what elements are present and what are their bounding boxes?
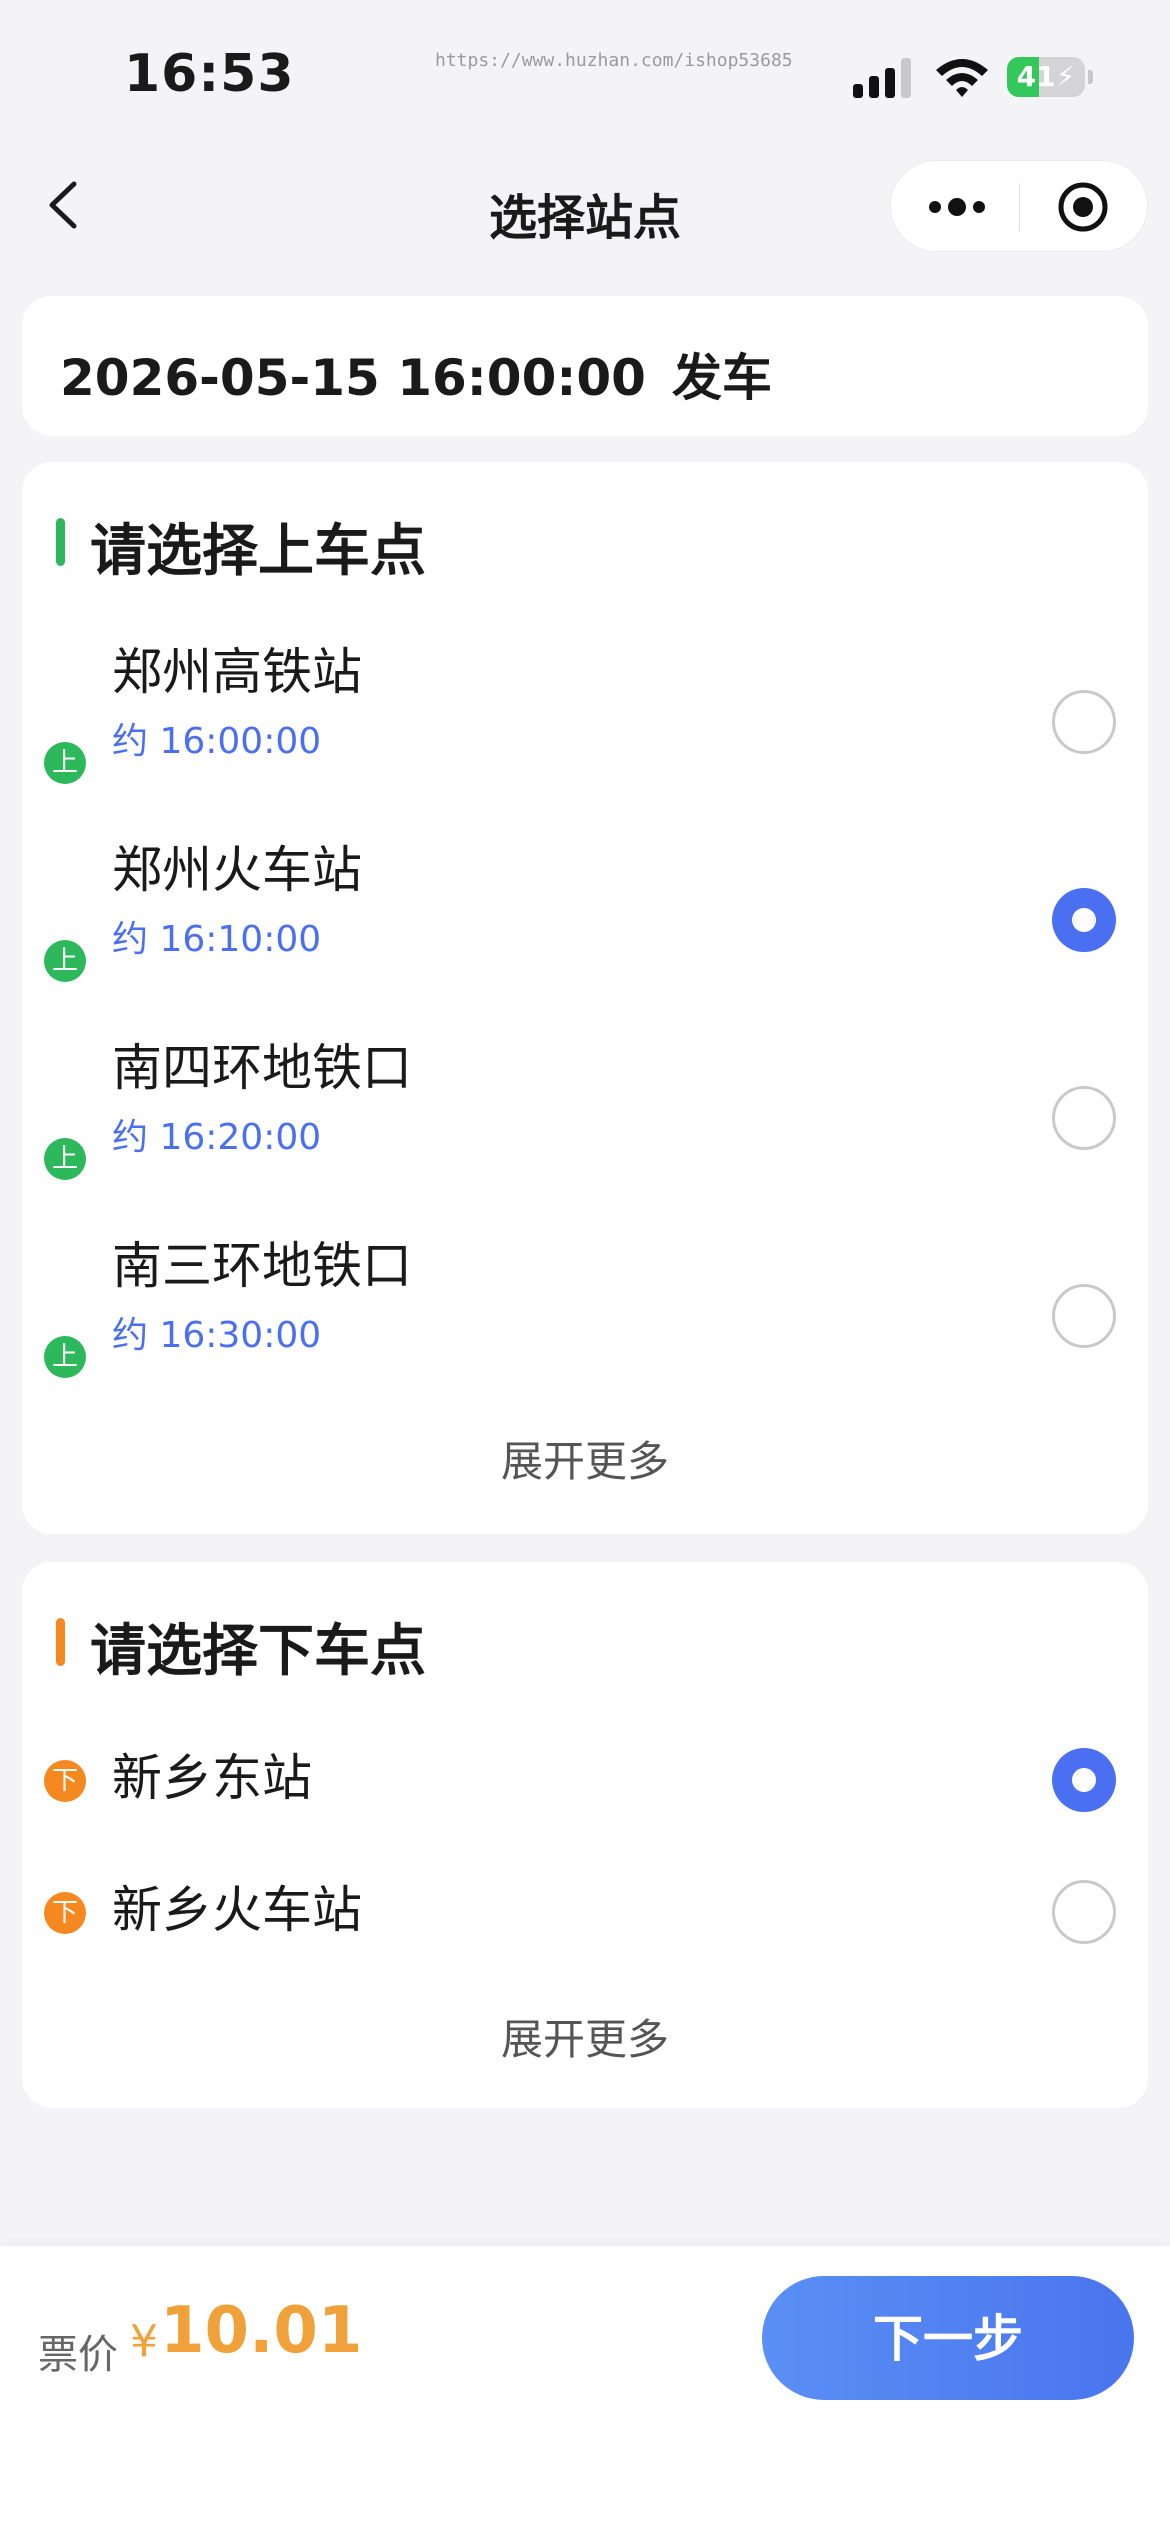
station-radio[interactable] [1052,1284,1116,1348]
alighting-station-row[interactable]: 下 新乡火车站 [22,1870,1148,1970]
battery-percent: 41⚡ [1016,60,1076,93]
target-icon[interactable] [1057,181,1109,233]
departure-suffix: 发车 [671,349,772,407]
alighting-tag: 下 [44,1892,86,1934]
more-icon[interactable] [927,191,987,223]
cellular-signal-icon [853,58,913,98]
boarding-title: 请选择上车点 [90,519,426,584]
station-eta: 约 16:10:00 [112,919,322,960]
alighting-title: 请选择下车点 [90,1619,426,1684]
price-label: 票价 [38,2332,118,2378]
station-radio[interactable] [1052,690,1116,754]
price-currency: ¥ [130,2316,158,2367]
battery-icon: 41⚡ [1007,57,1085,97]
station-name: 郑州火车站 [112,841,362,899]
battery-tip [1088,70,1093,84]
alighting-accent-bar [56,1618,65,1666]
boarding-tag: 上 [44,1336,86,1378]
boarding-station-row[interactable]: 上 南四环地铁口 约 16:20:00 [22,1028,1148,1208]
station-name: 郑州高铁站 [112,643,362,701]
boarding-station-row[interactable]: 上 南三环地铁口 约 16:30:00 [22,1226,1148,1406]
station-radio[interactable] [1052,1748,1116,1812]
alighting-expand-more[interactable]: 展开更多 [22,2006,1148,2067]
next-step-button[interactable]: 下一步 [762,2276,1134,2400]
status-time: 16:53 [124,44,295,104]
boarding-tag: 上 [44,940,86,982]
station-radio[interactable] [1052,1086,1116,1150]
boarding-station-row[interactable]: 上 郑州火车站 约 16:10:00 [22,830,1148,1010]
nav-bar: 选择站点 [0,140,1170,270]
boarding-station-row[interactable]: 上 郑州高铁站 约 16:00:00 [22,632,1148,812]
departure-datetime: 2026-05-15 16:00:00 [60,349,646,407]
capsule-divider [1019,183,1020,231]
bottom-bar: 票价 ¥ 10.01 下一步 [0,2246,1170,2532]
station-name: 南四环地铁口 [112,1039,412,1097]
watermark-url: https://www.huzhan.com/ishop53685 [435,50,793,71]
station-eta: 约 16:30:00 [112,1315,322,1356]
alighting-card: 请选择下车点 下 新乡东站 下 新乡火车站 展开更多 [22,1562,1148,2108]
station-name: 新乡火车站 [112,1881,362,1939]
departure-card: 2026-05-15 16:00:00 发车 [22,296,1148,436]
miniprogram-capsule [890,160,1148,252]
station-radio[interactable] [1052,1880,1116,1944]
price-value: 10.01 [160,2294,363,2368]
status-bar: 16:53 https://www.huzhan.com/ishop53685 … [0,0,1170,140]
boarding-accent-bar [56,518,65,566]
boarding-tag: 上 [44,742,86,784]
station-name: 新乡东站 [112,1749,312,1807]
alighting-tag: 下 [44,1760,86,1802]
station-eta: 约 16:00:00 [112,721,322,762]
wifi-icon [936,59,988,97]
station-radio[interactable] [1052,888,1116,952]
station-name: 南三环地铁口 [112,1237,412,1295]
departure-time: 2026-05-15 16:00:00 发车 [60,338,772,410]
boarding-expand-more[interactable]: 展开更多 [22,1428,1148,1489]
boarding-card: 请选择上车点 上 郑州高铁站 约 16:00:00 上 郑州火车站 约 16:1… [22,462,1148,1534]
boarding-tag: 上 [44,1138,86,1180]
alighting-station-row[interactable]: 下 新乡东站 [22,1738,1148,1838]
station-eta: 约 16:20:00 [112,1117,322,1158]
